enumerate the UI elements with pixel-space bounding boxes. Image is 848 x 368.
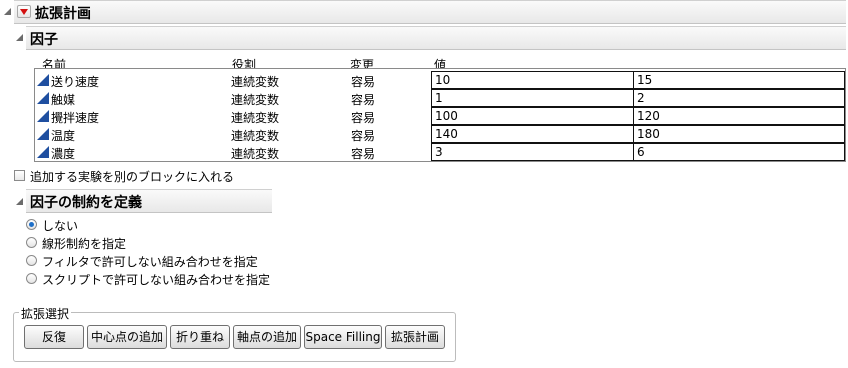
radio-none[interactable] — [26, 219, 37, 230]
continuous-factor-icon[interactable] — [37, 110, 49, 122]
augment-design-button[interactable]: 拡張計画 — [385, 325, 445, 349]
factor-role[interactable]: 連続変数 — [231, 73, 279, 90]
collapse-triangle-icon[interactable] — [16, 34, 23, 41]
radio-filter-combinations-label[interactable]: フィルタで許可しない組み合わせを指定 — [42, 253, 258, 270]
factor-name[interactable]: 濃度 — [51, 145, 75, 162]
collapse-triangle-icon[interactable] — [4, 8, 11, 15]
factors-table: 送り速度 連続変数 容易 10 15 触媒 連続変数 容易 1 2 攪拌速度 連… — [34, 68, 846, 162]
radio-linear-constraints[interactable] — [26, 237, 37, 248]
separate-block-label[interactable]: 追加する実験を別のブロックに入れる — [30, 168, 234, 185]
factor-low-value[interactable]: 100 — [431, 107, 634, 125]
factor-high-value[interactable]: 6 — [633, 143, 845, 161]
replicate-button[interactable]: 反復 — [24, 325, 84, 349]
add-axial-button[interactable]: 軸点の追加 — [233, 325, 301, 349]
factor-high-value[interactable]: 2 — [633, 89, 845, 107]
factors-outline-header — [26, 26, 846, 50]
factor-low-value[interactable]: 1 — [431, 89, 634, 107]
factor-name[interactable]: 温度 — [51, 127, 75, 144]
factor-high-value[interactable]: 180 — [633, 125, 845, 143]
factor-high-value[interactable]: 15 — [633, 71, 845, 89]
factor-changes[interactable]: 容易 — [351, 91, 375, 108]
factors-title: 因子 — [30, 32, 58, 48]
radio-linear-constraints-label[interactable]: 線形制約を指定 — [42, 235, 126, 252]
table-row: 濃度 連続変数 容易 3 6 — [35, 143, 845, 161]
factor-role[interactable]: 連続変数 — [231, 145, 279, 162]
red-triangle-menu-icon[interactable] — [17, 5, 31, 18]
factor-high-value[interactable]: 120 — [633, 107, 845, 125]
factor-role[interactable]: 連続変数 — [231, 109, 279, 126]
space-filling-button[interactable]: Space Filling — [304, 325, 382, 349]
radio-script-combinations-label[interactable]: スクリプトで許可しない組み合わせを指定 — [42, 271, 270, 288]
continuous-factor-icon[interactable] — [37, 146, 49, 158]
factor-changes[interactable]: 容易 — [351, 109, 375, 126]
factor-name[interactable]: 攪拌速度 — [51, 109, 99, 126]
factor-changes[interactable]: 容易 — [351, 127, 375, 144]
table-row: 送り速度 連続変数 容易 10 15 — [35, 71, 845, 89]
radio-filter-combinations[interactable] — [26, 255, 37, 266]
table-row: 触媒 連続変数 容易 1 2 — [35, 89, 845, 107]
radio-script-combinations[interactable] — [26, 273, 37, 284]
factor-role[interactable]: 連続変数 — [231, 91, 279, 108]
continuous-factor-icon[interactable] — [37, 74, 49, 86]
radio-none-label[interactable]: しない — [42, 217, 78, 234]
table-row: 攪拌速度 連続変数 容易 100 120 — [35, 107, 845, 125]
factor-changes[interactable]: 容易 — [351, 145, 375, 162]
factor-low-value[interactable]: 3 — [431, 143, 634, 161]
page-title: 拡張計画 — [35, 6, 91, 22]
factor-changes[interactable]: 容易 — [351, 73, 375, 90]
collapse-triangle-icon[interactable] — [16, 198, 23, 205]
factor-low-value[interactable]: 140 — [431, 125, 634, 143]
add-centerpoints-button[interactable]: 中心点の追加 — [87, 325, 167, 349]
factor-name[interactable]: 送り速度 — [51, 73, 99, 90]
factor-role[interactable]: 連続変数 — [231, 127, 279, 144]
table-row: 温度 連続変数 容易 140 180 — [35, 125, 845, 143]
separate-block-checkbox[interactable] — [14, 170, 25, 181]
continuous-factor-icon[interactable] — [37, 92, 49, 104]
constraints-title: 因子の制約を定義 — [30, 195, 142, 211]
factor-low-value[interactable]: 10 — [431, 71, 634, 89]
foldover-button[interactable]: 折り重ね — [170, 325, 230, 349]
augment-choices-legend: 拡張選択 — [19, 305, 72, 322]
continuous-factor-icon[interactable] — [37, 128, 49, 140]
main-outline-header — [14, 0, 846, 24]
factor-name[interactable]: 触媒 — [51, 91, 75, 108]
